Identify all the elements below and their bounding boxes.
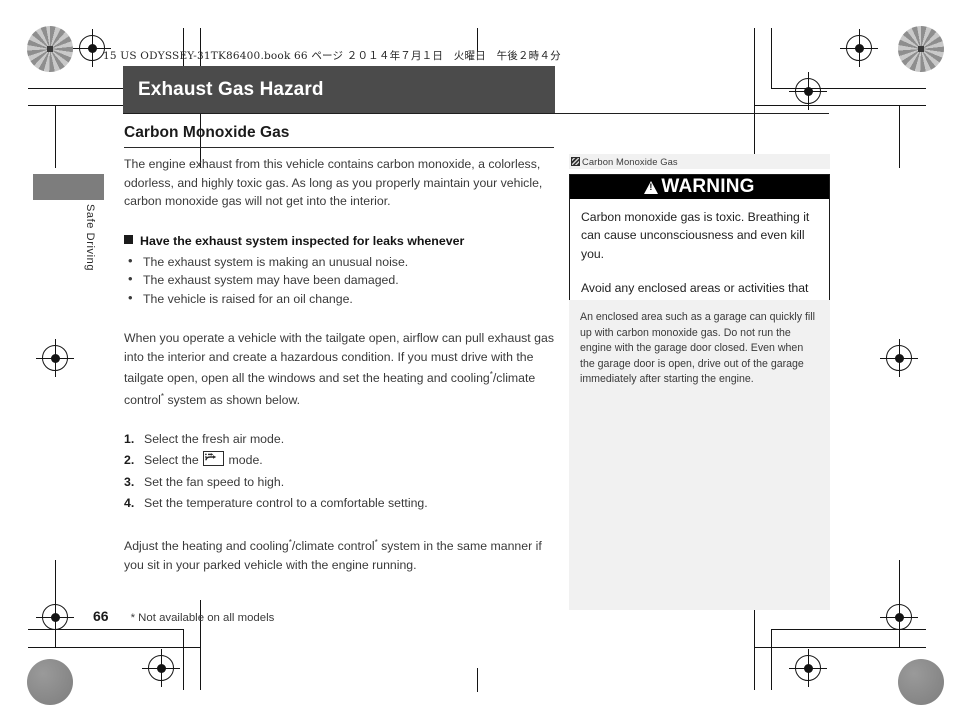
color-density-patch <box>898 26 944 72</box>
recirculation-icon <box>203 451 225 467</box>
color-density-patch <box>898 659 944 705</box>
registration-mark <box>789 72 827 110</box>
chapter-tab-block <box>33 174 104 200</box>
color-density-patch <box>27 26 73 72</box>
step-number: 2. <box>124 453 135 468</box>
step-text: Select the <box>144 453 203 468</box>
crop-mark <box>55 105 56 168</box>
step-number: 3. <box>124 474 135 489</box>
list-item: The vehicle is raised for an oil change. <box>124 289 556 309</box>
crop-mark <box>754 28 755 168</box>
warning-paragraph: Carbon monoxide gas is toxic. Breathing … <box>581 210 810 261</box>
closing-paragraph-part2: /climate control <box>291 539 375 554</box>
square-bullet-icon <box>124 234 133 244</box>
registration-mark <box>73 29 111 67</box>
crop-mark <box>754 647 926 648</box>
list-item: The exhaust system may have been damaged… <box>124 270 556 290</box>
crop-mark <box>771 88 926 89</box>
closing-paragraph-part1: Adjust the heating and cooling <box>124 539 289 554</box>
warning-title: WARNING <box>661 176 755 197</box>
list-item: 2. Select the mode. <box>124 451 556 470</box>
warning-header: WARNING <box>570 175 829 199</box>
title-underline <box>123 113 829 114</box>
inspection-bullet-list: The exhaust system is making an unusual … <box>124 252 556 309</box>
registration-mark <box>142 649 180 687</box>
registration-mark <box>789 649 827 687</box>
intro-paragraph: The engine exhaust from this vehicle con… <box>124 157 543 209</box>
list-item: 1. Select the fresh air mode. <box>124 430 556 449</box>
page-number: 66 <box>93 608 109 624</box>
warning-triangle-icon <box>644 180 659 194</box>
page-footer: 66 * Not available on all models <box>93 608 274 624</box>
crop-mark <box>28 629 183 630</box>
chapter-title-bar: Exhaust Gas Hazard <box>123 66 555 114</box>
footnote-text: * Not available on all models <box>130 612 275 624</box>
step-text: Set the temperature control to a comfort… <box>144 496 428 511</box>
crop-mark <box>28 647 200 648</box>
registration-mark <box>36 339 74 377</box>
crop-mark <box>899 105 900 168</box>
registration-mark <box>880 339 918 377</box>
crop-mark <box>477 668 478 692</box>
step-number: 1. <box>124 431 135 446</box>
crop-mark <box>899 560 900 647</box>
crop-mark <box>754 105 926 106</box>
inspection-subheading: Have the exhaust system inspected for le… <box>140 233 465 248</box>
page-title: Exhaust Gas Hazard <box>138 79 324 100</box>
section-heading: Carbon Monoxide Gas <box>124 124 290 141</box>
crop-mark <box>771 28 772 88</box>
registration-mark <box>840 29 878 67</box>
list-item: 3. Set the fan speed to high. <box>124 473 556 492</box>
main-content-column: Carbon Monoxide Gas The engine exhaust f… <box>124 124 556 574</box>
list-item: 4. Set the temperature control to a comfo… <box>124 494 556 513</box>
reference-bar-label: Carbon Monoxide Gas <box>582 156 678 167</box>
color-density-patch <box>27 659 73 705</box>
crop-mark <box>754 600 755 690</box>
registration-mark <box>880 598 918 636</box>
crop-mark <box>55 560 56 647</box>
step-text-suffix: mode. <box>225 453 263 468</box>
chapter-tab-label: Safe Driving <box>84 204 96 272</box>
tailgate-paragraph-part3: system as shown below. <box>164 393 301 408</box>
crop-mark <box>771 629 772 690</box>
list-item: The exhaust system is making an unusual … <box>124 252 556 272</box>
note-panel: An enclosed area such as a garage can qu… <box>569 300 830 610</box>
crop-mark <box>771 629 926 630</box>
inspection-subheading-row: Have the exhaust system inspected for le… <box>124 234 556 248</box>
procedure-step-list: 1. Select the fresh air mode. 2. Select th… <box>124 430 556 513</box>
tailgate-paragraph: When you operate a vehicle with the tail… <box>124 329 556 409</box>
page-reference-icon <box>571 157 580 166</box>
step-text: Select the fresh air mode. <box>144 431 285 446</box>
crop-mark <box>183 629 184 690</box>
note-text: An enclosed area such as a garage can qu… <box>580 311 815 386</box>
print-metadata-line: 15 US ODYSSEY-31TK86400.book 66 ページ ２０１４… <box>103 50 561 62</box>
step-text: Set the fan speed to high. <box>144 474 285 489</box>
closing-paragraph: Adjust the heating and cooling*/climate … <box>124 534 556 574</box>
step-number: 4. <box>124 496 135 511</box>
reference-bar: Carbon Monoxide Gas <box>569 154 830 169</box>
registration-mark <box>36 598 74 636</box>
section-heading-rule <box>124 147 554 148</box>
